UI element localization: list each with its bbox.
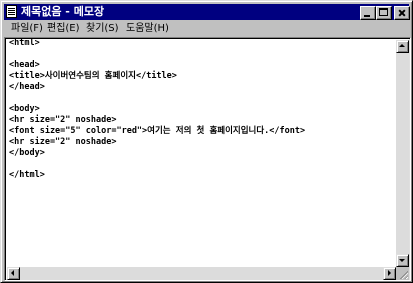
- vertical-scrollbar[interactable]: [396, 40, 409, 267]
- scroll-left-button[interactable]: [7, 267, 20, 280]
- editor-line: <hr size="2" noshade>: [9, 137, 117, 147]
- editor-line: <head>: [9, 60, 40, 70]
- minimize-button[interactable]: [360, 6, 376, 20]
- editor-line: <title>사이버연수팀의 홈페이지</title>: [9, 71, 177, 81]
- window-title: 제목없음 - 메모장: [21, 5, 105, 18]
- menu-file[interactable]: 파일(F): [9, 21, 45, 36]
- editor-line: <font size="5" color="red">여기는 저의 첫 홈페이지…: [9, 126, 306, 136]
- editor-line: <hr size="2" noshade>: [9, 115, 117, 125]
- menu-edit[interactable]: 편집(E): [45, 21, 82, 36]
- editor-line: <html>: [9, 38, 40, 48]
- menu-search[interactable]: 찾기(S): [84, 21, 121, 36]
- scroll-down-button[interactable]: [396, 254, 409, 267]
- editor-line: </html>: [9, 170, 45, 180]
- editor-line: <body>: [9, 104, 40, 114]
- text-editor[interactable]: <html> <head> <title>사이버연수팀의 홈페이지</title…: [4, 37, 411, 281]
- notepad-icon[interactable]: [6, 5, 17, 18]
- menu-bar: 파일(F) 편집(E) 찾기(S) 도움말(H): [4, 21, 409, 36]
- scroll-right-button[interactable]: [383, 267, 396, 280]
- resize-grip[interactable]: [396, 267, 409, 280]
- title-bar[interactable]: 제목없음 - 메모장: [4, 4, 410, 20]
- menu-help[interactable]: 도움말(H): [124, 21, 171, 36]
- close-button[interactable]: [394, 6, 410, 20]
- scroll-up-button[interactable]: [396, 40, 409, 53]
- editor-line: </body>: [9, 148, 45, 158]
- editor-text[interactable]: <html> <head> <title>사이버연수팀의 홈페이지</title…: [9, 38, 394, 266]
- editor-line: </head>: [9, 82, 45, 92]
- notepad-window: 제목없음 - 메모장 파일(F) 편집(E) 찾기(S) 도움말(H) <htm…: [0, 0, 413, 283]
- horizontal-scrollbar[interactable]: [7, 267, 396, 280]
- maximize-button[interactable]: [376, 6, 392, 20]
